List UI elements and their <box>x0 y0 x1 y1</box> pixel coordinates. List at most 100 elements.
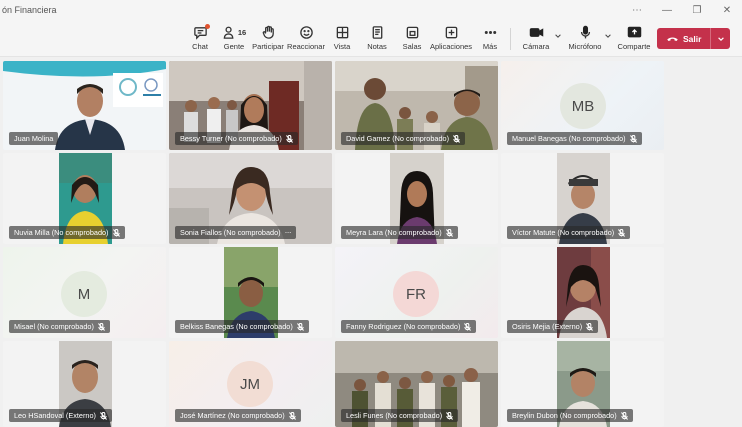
teams-meeting-window: ón Financiera ⋯ — ❐ ✕ Chat 16 Gente Part… <box>0 0 742 427</box>
muted-mic-icon <box>629 134 637 143</box>
microphone-button[interactable]: Micrófono <box>567 23 603 54</box>
restore-icon[interactable]: ❐ <box>682 0 712 20</box>
window-title: ón Financiera <box>2 5 57 15</box>
muted-mic-icon <box>446 411 454 420</box>
participant-name-tag: Lesli Funes (No comprobado) <box>341 409 459 422</box>
participant-tile[interactable]: Leo HSandoval (Externo) <box>3 341 166 427</box>
participant-tile[interactable]: Lesli Funes (No comprobado) <box>335 341 498 427</box>
muted-mic-icon <box>453 134 460 143</box>
leave-options-chevron-icon[interactable] <box>711 28 730 49</box>
participant-tile[interactable]: Nuvia Milla (No comprobado) <box>3 153 166 244</box>
muted-mic-icon <box>618 228 626 237</box>
participant-tile[interactable]: MB Manuel Banegas (No comprobado) <box>501 61 664 150</box>
participant-name: Meyra Lara (No comprobado) <box>346 228 442 237</box>
participant-name: David Gamez (No comprobado) <box>346 134 450 143</box>
mic-label: Micrófono <box>568 42 602 51</box>
people-label: Gente <box>223 42 245 51</box>
more-button[interactable]: Más <box>480 23 500 54</box>
participant-more-options-icon[interactable]: ··· <box>285 228 292 237</box>
meeting-toolbar: Chat 16 Gente Participar Reaccionar Vist… <box>0 20 742 57</box>
participant-tile[interactable]: M Misael (No comprobado) <box>3 247 166 338</box>
participant-name: Sonia Fiallos (No comprobado) <box>180 228 281 237</box>
notification-dot <box>204 24 210 29</box>
participant-name: Lesli Funes (No comprobado) <box>346 411 443 420</box>
participant-name: Manuel Banegas (No comprobado) <box>512 134 626 143</box>
notes-button[interactable]: Notas <box>366 23 388 54</box>
muted-mic-icon <box>285 134 293 143</box>
more-label: Más <box>482 42 498 51</box>
avatar: M <box>61 271 107 317</box>
share-button[interactable]: Comparte <box>617 23 651 54</box>
participant-name-tag: Manuel Banegas (No comprobado) <box>507 132 642 145</box>
rooms-button[interactable]: Salas <box>401 23 423 54</box>
participant-name: Nuvia Milla (No comprobado) <box>14 228 109 237</box>
participant-tile[interactable]: Víctor Matute (No comprobado) <box>501 153 664 244</box>
rooms-label: Salas <box>402 42 422 51</box>
react-button[interactable]: Reaccionar <box>287 23 325 54</box>
more-options-icon[interactable]: ⋯ <box>622 0 652 20</box>
hang-up-icon <box>667 37 678 42</box>
participant-tile[interactable]: Breylin Dubon (No comprobado) <box>501 341 664 427</box>
muted-mic-icon <box>620 411 628 420</box>
add-apps-icon <box>444 23 459 41</box>
participant-name-tag: Leo HSandoval (Externo) <box>9 409 112 422</box>
participant-name-tag: Osiris Mejia (Externo) <box>507 320 599 333</box>
smiley-icon <box>299 23 314 41</box>
minimize-icon[interactable]: — <box>652 0 682 20</box>
participant-tile[interactable]: Belkiss Banegas (No comprobado) <box>169 247 332 338</box>
participant-tile[interactable]: Juan Molina <box>3 61 166 150</box>
participant-tile[interactable]: Osiris Mejia (Externo) <box>501 247 664 338</box>
participant-name: Bessy Turner (No comprobado) <box>180 134 282 143</box>
participant-tile[interactable]: JM José Martínez (No comprobado) <box>169 341 332 427</box>
participant-grid: Juan Molina Bessy Turner (No comprobado)… <box>0 58 742 427</box>
window-controls: ⋯ — ❐ ✕ <box>622 0 742 20</box>
raise-hand-button[interactable]: Participar <box>252 23 284 54</box>
microphone-icon <box>578 23 593 41</box>
chat-button[interactable]: Chat <box>189 23 211 54</box>
participant-tile[interactable]: FR Fanny Rodriguez (No comprobado) <box>335 247 498 338</box>
participant-name-tag: Víctor Matute (No comprobado) <box>507 226 631 239</box>
participant-name: Osiris Mejia (Externo) <box>512 322 583 331</box>
participant-tile[interactable]: Meyra Lara (No comprobado) <box>335 153 498 244</box>
participant-name-tag: Nuvia Milla (No comprobado) <box>9 226 125 239</box>
participant-tile[interactable]: David Gamez (No comprobado) <box>335 61 498 150</box>
camera-button[interactable]: Cámara <box>522 23 550 54</box>
participant-name-tag: Sonia Fiallos (No comprobado) ··· <box>175 226 297 239</box>
participant-name-tag: Bessy Turner (No comprobado) <box>175 132 298 145</box>
view-button[interactable]: Vista <box>331 23 353 54</box>
mic-options-chevron-icon[interactable] <box>603 30 613 42</box>
notes-label: Notas <box>367 42 387 51</box>
participant-name: Juan Molina <box>14 134 54 143</box>
participant-tile[interactable]: Bessy Turner (No comprobado) <box>169 61 332 150</box>
muted-mic-icon <box>288 411 296 420</box>
share-label: Comparte <box>617 42 651 51</box>
chat-label: Chat <box>192 42 208 51</box>
participant-name: Belkiss Banegas (No comprobado) <box>180 322 293 331</box>
people-button[interactable]: 16 Gente <box>220 23 248 54</box>
participant-name-tag: José Martínez (No comprobado) <box>175 409 301 422</box>
leave-main[interactable]: Salir <box>657 28 711 49</box>
breakout-rooms-icon <box>405 23 420 41</box>
muted-mic-icon <box>586 322 594 331</box>
avatar: JM <box>227 361 273 407</box>
close-icon[interactable]: ✕ <box>712 0 742 20</box>
participant-tile[interactable]: Sonia Fiallos (No comprobado) ··· <box>169 153 332 244</box>
participant-name-tag: Breylin Dubon (No comprobado) <box>507 409 633 422</box>
muted-mic-icon <box>97 322 105 331</box>
camera-options-chevron-icon[interactable] <box>553 30 563 42</box>
notes-icon <box>370 23 385 41</box>
muted-mic-icon <box>464 322 472 331</box>
apps-button[interactable]: Aplicaciones <box>430 23 472 54</box>
participant-name: Breylin Dubon (No comprobado) <box>512 411 617 420</box>
share-screen-icon <box>627 23 642 41</box>
video-camera-icon <box>529 23 544 41</box>
muted-mic-icon <box>112 228 120 237</box>
leave-button[interactable]: Salir <box>657 28 730 49</box>
participant-name-tag: Belkiss Banegas (No comprobado) <box>175 320 309 333</box>
muted-mic-icon <box>296 322 304 331</box>
avatar: FR <box>393 271 439 317</box>
avatar: MB <box>560 83 606 129</box>
participant-name-tag: Juan Molina <box>9 132 59 145</box>
title-bar: ón Financiera ⋯ — ❐ ✕ <box>0 0 742 20</box>
view-label: Vista <box>333 42 351 51</box>
